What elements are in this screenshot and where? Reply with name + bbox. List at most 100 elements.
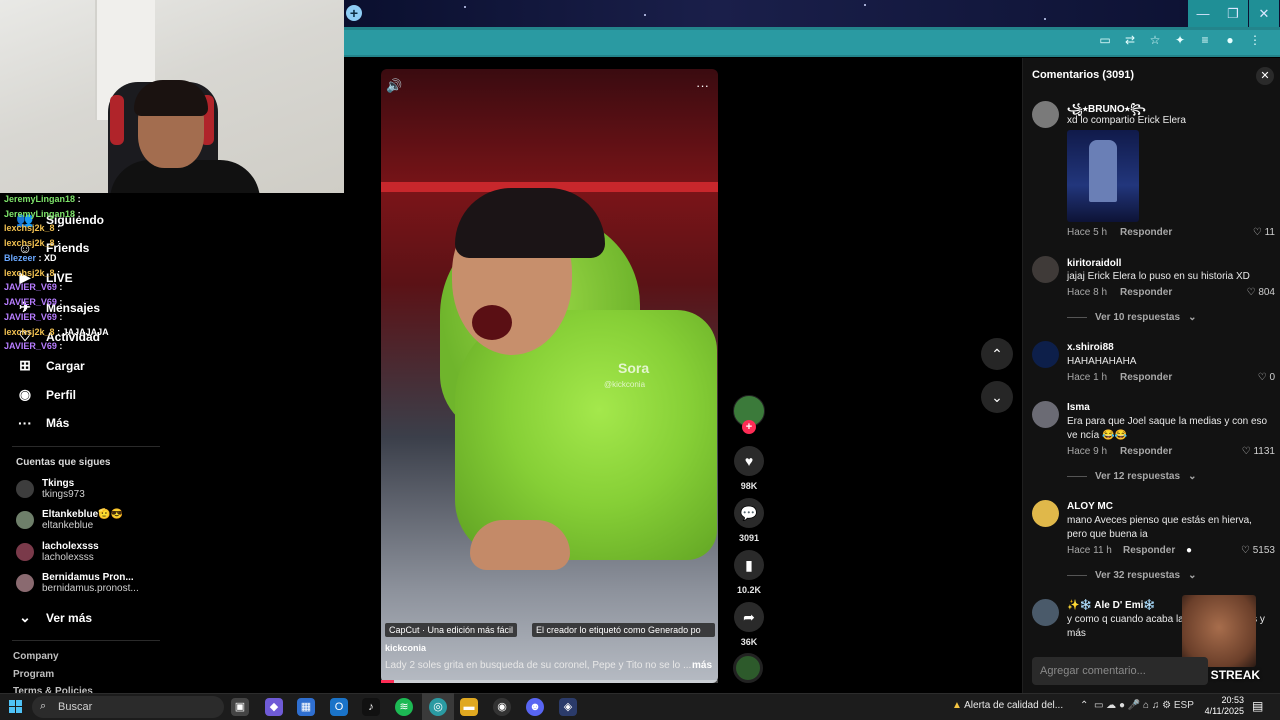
ai-generated-chip[interactable]: El creador lo etiquetó como Generado po: [532, 623, 715, 637]
comment-author[interactable]: Isma: [1067, 402, 1090, 413]
music-disc[interactable]: [733, 653, 763, 683]
reply-button[interactable]: Responder: [1120, 287, 1172, 298]
window-close-button[interactable]: ✕: [1249, 0, 1279, 27]
nav-profile[interactable]: ◉ Perfil: [16, 386, 76, 403]
capcut-chip[interactable]: CapCut · Una edición más fácil: [385, 623, 518, 637]
comment-like[interactable]: ♡ 804: [1232, 287, 1275, 298]
account-name: Tkings: [42, 478, 75, 489]
save-button[interactable]: ▮: [734, 550, 764, 580]
following-account[interactable]: Tkings tkings973: [16, 478, 85, 500]
comment-image[interactable]: [1067, 130, 1139, 222]
chevron-down-icon: ⌄: [19, 609, 31, 625]
close-comments-button[interactable]: ✕: [1256, 67, 1274, 85]
heart-outline-icon: ♡: [1241, 545, 1250, 556]
window-maximize-button[interactable]: ❐: [1218, 0, 1248, 27]
copilot-icon[interactable]: ◆: [265, 698, 283, 716]
view-replies-label: Ver 10 respuestas: [1095, 312, 1181, 323]
see-more-label: Ver más: [46, 610, 93, 625]
comment-avatar[interactable]: [1032, 341, 1059, 368]
comment-like[interactable]: ♡ 0: [1245, 372, 1275, 383]
footer-link-company[interactable]: Company: [13, 651, 59, 662]
footer-link-terms[interactable]: Terms & Policies: [13, 686, 93, 693]
start-button[interactable]: [9, 700, 23, 714]
nav-more[interactable]: ··· Más: [16, 415, 69, 431]
media-icon[interactable]: ≡: [1198, 33, 1212, 49]
store-icon[interactable]: ▦: [297, 698, 315, 716]
comment-input[interactable]: Agregar comentario...: [1032, 657, 1208, 685]
task-view-icon[interactable]: ▣: [231, 698, 249, 716]
install-icon[interactable]: ▭: [1098, 33, 1112, 49]
footer-link-program[interactable]: Program: [13, 669, 54, 680]
reply-button[interactable]: Responder: [1120, 446, 1172, 457]
like-count: 804: [1258, 287, 1275, 298]
video-options-icon[interactable]: ···: [696, 78, 709, 93]
reply-button[interactable]: Responder: [1120, 227, 1172, 238]
view-replies-button[interactable]: Ver 12 respuestas ⌄: [1067, 471, 1196, 482]
video-progress-track[interactable]: [381, 680, 718, 683]
reply-button[interactable]: Responder: [1120, 372, 1172, 383]
app-icon[interactable]: ◈: [559, 698, 577, 716]
view-replies-button[interactable]: Ver 32 respuestas ⌄: [1067, 570, 1196, 581]
browser-menu-icon[interactable]: ⋮: [1248, 33, 1262, 49]
chat-text: : XD: [38, 253, 57, 263]
comment-avatar[interactable]: [1032, 401, 1059, 428]
tiktok-icon[interactable]: ♪: [362, 698, 380, 716]
comment-like[interactable]: ♡ 1131: [1235, 446, 1275, 457]
like-button[interactable]: ♥: [734, 446, 764, 476]
alert-label: Alerta de calidad del...: [964, 700, 1064, 711]
chat-message: JeremyLingan18 :: [4, 194, 81, 205]
outlook-icon[interactable]: O: [330, 698, 348, 716]
comment-like[interactable]: ♡ 5153: [1233, 545, 1275, 556]
chat-message: Blezeer : XD: [4, 253, 57, 264]
extensions-icon[interactable]: ✦: [1173, 33, 1187, 49]
comment-avatar[interactable]: [1032, 599, 1059, 626]
bookmark-icon: ▮: [745, 557, 753, 573]
comment-avatar[interactable]: [1032, 256, 1059, 283]
chat-username: JeremyLingan18: [4, 194, 76, 204]
system-tray[interactable]: ⌃ ▭ ☁ ● 🎤 ⌂ ♫ ⚙ ESP: [1080, 700, 1194, 711]
reply-button[interactable]: Responder: [1123, 545, 1175, 556]
comment-author[interactable]: x.shiroi88: [1067, 342, 1114, 353]
streamer-hair: [134, 80, 208, 116]
comment-author[interactable]: ALOY MC: [1067, 501, 1113, 512]
clock[interactable]: 20:53 4/11/2025: [1198, 695, 1244, 717]
next-video-button[interactable]: ⌄: [981, 381, 1013, 413]
profile-avatar-icon[interactable]: ●: [1223, 33, 1237, 49]
spotify-icon[interactable]: ≋: [395, 698, 413, 716]
previous-video-button[interactable]: ⌃: [981, 338, 1013, 370]
nav-upload[interactable]: ⊞ Cargar: [16, 357, 85, 374]
tray-icons: ▭ ☁ ● 🎤 ⌂ ♫ ⚙: [1093, 700, 1172, 711]
comment-author[interactable]: ✨❄️ Ale D' Emi❄️: [1067, 600, 1156, 611]
description-more-link[interactable]: más: [692, 660, 712, 671]
notifications-icon[interactable]: ▤: [1252, 699, 1263, 713]
air-quality-alert[interactable]: ▲ Alerta de calidad del...: [952, 700, 1063, 711]
comment-avatar[interactable]: [1032, 101, 1059, 128]
following-account[interactable]: Bernidamus Pron... bernidamus.pronost...: [16, 572, 139, 594]
discord-icon[interactable]: ☻: [526, 698, 544, 716]
window-minimize-button[interactable]: —: [1188, 0, 1218, 27]
file-explorer-icon[interactable]: ▬: [460, 698, 478, 716]
comment-like[interactable]: ♡ 11: [1240, 227, 1275, 238]
taskbar-search[interactable]: Buscar: [32, 696, 224, 718]
bookmark-star-icon[interactable]: ☆: [1148, 33, 1162, 49]
chat-username: JAVIER_V69: [4, 297, 57, 307]
comment-button[interactable]: 💬: [734, 498, 764, 528]
chrome-icon[interactable]: ◎: [429, 698, 447, 716]
comment-avatar[interactable]: [1032, 500, 1059, 527]
following-account[interactable]: Eltankeblue🫡😎 eltankeblue: [16, 509, 123, 531]
view-replies-button[interactable]: Ver 10 respuestas ⌄: [1067, 312, 1196, 323]
heart-outline-icon: ♡: [1252, 227, 1262, 238]
translate-icon[interactable]: ⇄: [1123, 33, 1137, 49]
volume-icon[interactable]: 🔊: [386, 78, 402, 94]
obs-icon[interactable]: ◉: [493, 698, 511, 716]
see-more-button[interactable]: ⌄ Ver más: [16, 609, 92, 626]
video-author[interactable]: kickconia: [385, 643, 426, 653]
close-icon: ✕: [1260, 70, 1270, 82]
share-button[interactable]: ➦: [734, 602, 764, 632]
chat-message: JeremyLingan18 :: [4, 209, 81, 220]
chat-text: :: [57, 223, 61, 233]
comment-author[interactable]: kiritoraidoll: [1067, 258, 1121, 269]
new-tab-button[interactable]: +: [346, 5, 362, 21]
follow-plus-icon[interactable]: +: [742, 420, 756, 434]
following-account[interactable]: lacholexsss lacholexsss: [16, 541, 99, 563]
